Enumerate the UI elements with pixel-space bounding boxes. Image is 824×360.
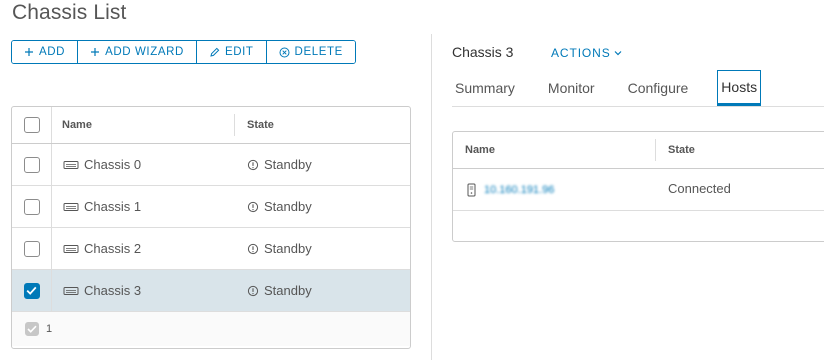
select-all-cell (12, 107, 52, 143)
detail-tabs: Summary Monitor Configure Hosts (455, 70, 794, 106)
toolbar: ADD ADD WIZARD EDIT DELETE (11, 40, 356, 64)
add-wizard-button[interactable]: ADD WIZARD (78, 41, 197, 63)
delete-button-label: DELETE (294, 46, 343, 58)
selection-count-checkbox (25, 322, 39, 336)
plus-icon (91, 48, 100, 56)
tab-hosts[interactable]: Hosts (717, 70, 762, 106)
host-link[interactable]: 10.160.191.96 (484, 184, 554, 196)
panel-divider (431, 34, 432, 360)
standby-icon (247, 159, 259, 170)
chassis-name: Chassis 0 (84, 157, 142, 172)
state-cell: Standby (235, 144, 410, 185)
datagrid-header: Name State (453, 132, 824, 169)
tabs-underline (452, 106, 824, 107)
chevron-down-icon (614, 51, 622, 56)
add-button[interactable]: ADD (12, 41, 79, 63)
chassis-name: Chassis 1 (84, 199, 142, 214)
tab-monitor[interactable]: Monitor (548, 70, 595, 106)
actions-menu[interactable]: ACTIONS (551, 46, 622, 60)
row-select-cell (12, 144, 52, 185)
tab-configure[interactable]: Configure (628, 70, 689, 106)
edit-button-label: EDIT (224, 46, 254, 58)
table-row-selected[interactable]: Chassis 3 Standby (12, 270, 410, 312)
name-cell: Chassis 3 (52, 270, 235, 311)
circle-x-icon (279, 47, 290, 57)
check-icon (26, 286, 37, 295)
name-cell: Chassis 1 (52, 186, 235, 227)
hosts-datagrid: Name State 10.160.191.96 Connected (452, 131, 824, 242)
plus-icon (25, 48, 33, 56)
row-checkbox-checked[interactable] (23, 282, 40, 299)
server-chassis-icon (63, 202, 79, 211)
object-title: Chassis 3 (452, 44, 514, 60)
standby-icon (247, 285, 259, 296)
row-select-cell (12, 186, 52, 227)
chassis-state: Standby (264, 241, 312, 256)
table-row[interactable]: 10.160.191.96 Connected (453, 169, 824, 211)
state-cell: Standby (235, 228, 410, 269)
host-state: Connected (668, 181, 731, 196)
edit-button[interactable]: EDIT (196, 41, 267, 63)
add-button-label: ADD (39, 46, 66, 58)
selection-count: 1 (46, 323, 53, 335)
chassis-state: Standby (264, 199, 312, 214)
column-header-name[interactable]: Name (453, 139, 656, 161)
name-cell: 10.160.191.96 (453, 183, 656, 197)
name-cell: Chassis 2 (52, 228, 235, 269)
page-title: Chassis List (12, 1, 127, 24)
row-checkbox[interactable] (23, 156, 40, 173)
standby-icon (247, 201, 259, 212)
column-header-state[interactable]: State (656, 144, 695, 156)
tab-summary[interactable]: Summary (455, 70, 515, 106)
add-wizard-button-label: ADD WIZARD (105, 46, 184, 58)
server-chassis-icon (63, 244, 79, 253)
chassis-datagrid: Name State Chassis 0 Standby Chassis 1 S… (11, 106, 411, 349)
chassis-state: Standby (264, 283, 312, 298)
chassis-state: Standby (264, 157, 312, 172)
check-icon (27, 325, 37, 333)
row-checkbox[interactable] (23, 240, 40, 257)
table-row[interactable]: Chassis 1 Standby (12, 186, 410, 228)
name-cell: Chassis 0 (52, 144, 235, 185)
server-chassis-icon (63, 160, 79, 169)
select-all-checkbox[interactable] (23, 117, 40, 133)
datagrid-footer: 1 (12, 312, 410, 346)
server-chassis-icon (63, 286, 79, 295)
column-header-state[interactable]: State (235, 107, 410, 143)
actions-label: ACTIONS (551, 46, 611, 60)
delete-button[interactable]: DELETE (266, 41, 355, 63)
table-row[interactable]: Chassis 0 Standby (12, 144, 410, 186)
datagrid-header: Name State (12, 107, 410, 144)
state-cell: Standby (235, 270, 410, 311)
state-cell: Standby (235, 186, 410, 227)
row-checkbox[interactable] (23, 198, 40, 215)
standby-icon (247, 243, 259, 254)
pencil-icon (210, 47, 220, 57)
row-select-cell (12, 270, 52, 311)
column-header-name[interactable]: Name (52, 114, 235, 136)
table-row[interactable]: Chassis 2 Standby (12, 228, 410, 270)
row-select-cell (12, 228, 52, 269)
chassis-name: Chassis 2 (84, 241, 142, 256)
host-icon (467, 183, 476, 196)
chassis-name: Chassis 3 (84, 283, 142, 298)
